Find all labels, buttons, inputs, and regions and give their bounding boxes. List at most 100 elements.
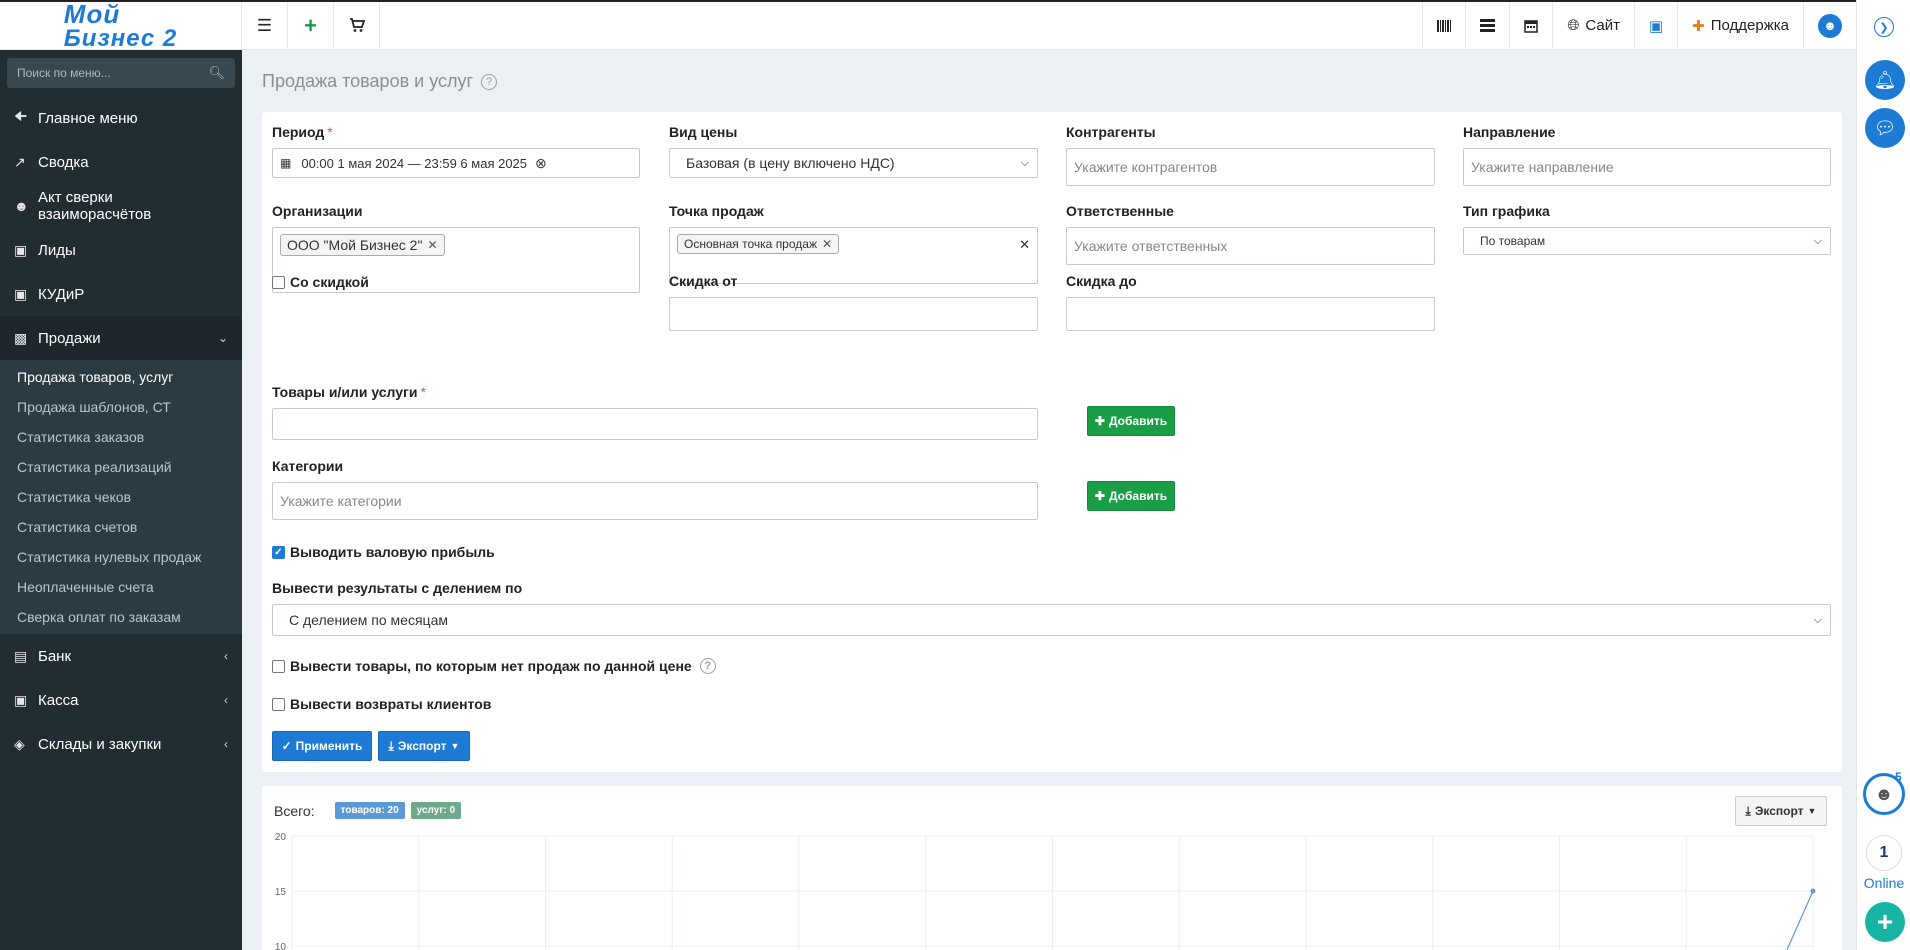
sidebar-item-main-menu[interactable]: 🠈︎ Главное меню	[0, 96, 242, 140]
logo-line-2: Бизнес 2	[63, 24, 178, 52]
no-sales-goods-checkbox[interactable]: Вывести товары, по которым нет продаж по…	[272, 658, 716, 674]
add-goods-button[interactable]: ✚ Добавить	[1087, 406, 1175, 436]
responsible-input[interactable]	[1074, 238, 1427, 254]
checkbox[interactable]	[272, 697, 285, 711]
phone-button[interactable]: ▣	[1633, 2, 1677, 49]
split-by-field: Вывести результаты с делением по С делен…	[272, 580, 1831, 636]
sidebar-subitem-goods-sales[interactable]: Продажа товаров, услуг	[0, 362, 242, 392]
counterparties-input[interactable]	[1074, 159, 1427, 175]
phone-icon: ▣	[1648, 17, 1664, 35]
checkbox[interactable]	[272, 275, 285, 289]
sidebar-item-sales[interactable]: ▩ Продажи ⌄	[0, 316, 242, 360]
checkbox[interactable]	[272, 659, 285, 673]
sidebar-item-bank[interactable]: ▤ Банк ‹	[0, 634, 242, 678]
sidebar-item-label: Банк	[38, 647, 72, 665]
medkit-icon: ✚	[1692, 17, 1705, 35]
results-card: Всего: товаров: 20 услуг: 0 ⤓ Экспорт ▼ 20…	[262, 786, 1842, 950]
help-icon[interactable]: ?	[699, 658, 716, 674]
price-type-field: Вид цены Базовая (в цену включено НДС) ⌵	[669, 124, 1038, 178]
chart-type-value: По товарам	[1480, 234, 1546, 248]
discount-from-input[interactable]	[677, 306, 1030, 322]
sidebar-subitem-realization-stats[interactable]: Статистика реализаций	[0, 452, 242, 482]
sidebar-search-input[interactable]	[17, 66, 197, 80]
returns-checkbox[interactable]: Вывести возвраты клиентов	[272, 696, 491, 712]
chat-button[interactable]: 💬︎	[1865, 108, 1905, 148]
site-link[interactable]: 🌐︎ Сайт	[1552, 2, 1634, 49]
add-button[interactable]: +	[288, 2, 334, 49]
split-by-label: Вывести результаты с делением по	[272, 580, 523, 596]
list-button[interactable]	[1465, 2, 1509, 49]
clear-icon[interactable]: ⊗	[535, 155, 547, 172]
sidebar-subitem-order-stats[interactable]: Статистика заказов	[0, 422, 242, 452]
search-icon[interactable]: 🔍︎	[208, 65, 225, 81]
sidebar-item-label: Сводка	[38, 153, 89, 171]
chevron-left-icon: ‹	[224, 737, 228, 751]
credit-card-icon: ▤	[14, 647, 28, 664]
checkbox-checked[interactable]: ✓	[272, 545, 285, 559]
sidebar-subitem-invoice-stats[interactable]: Статистика счетов	[0, 512, 242, 542]
export-dropdown-button[interactable]: ⤓ Экспорт ▼	[378, 731, 470, 761]
sidebar-item-warehouses[interactable]: ◈ Склады и закупки ‹	[0, 722, 242, 766]
remove-tag-icon[interactable]: ✕	[822, 237, 832, 251]
sidebar-subitem-template-sales[interactable]: Продажа шаблонов, СТ	[0, 392, 242, 422]
logo-text: Мой Бизнес 2	[64, 1, 177, 51]
sidebar-item-kudir[interactable]: ▣ КУДиР	[0, 272, 242, 316]
organization-tag-label: ООО "Мой Бизнес 2"	[287, 237, 423, 253]
chart-data-point[interactable]	[1810, 888, 1816, 894]
online-indicator[interactable]: 1 Online	[1861, 835, 1907, 891]
period-value: 00:00 1 мая 2024 — 23:59 6 мая 2025	[301, 155, 528, 171]
with-discount-checkbox[interactable]: Со скидкой	[272, 274, 369, 290]
add-categories-button[interactable]: ✚ Добавить	[1087, 481, 1175, 511]
arrow-left-icon: 🠈︎	[14, 108, 28, 124]
direction-input[interactable]	[1471, 159, 1823, 175]
check-icon: ✓	[281, 739, 292, 753]
barcode-button[interactable]	[1422, 2, 1465, 49]
remove-tag-icon[interactable]: ✕	[427, 238, 437, 252]
plus-icon: +	[304, 12, 317, 38]
apply-button[interactable]: ✓ Применить	[272, 731, 372, 761]
sidebar-item-reconciliation[interactable]: ☻ Акт сверки взаиморасчётов	[0, 184, 242, 228]
quick-add-button[interactable]: +	[1865, 902, 1905, 942]
counterparties-field: Контрагенты	[1066, 124, 1435, 186]
sidebar-subitem-order-payment-reconciliation[interactable]: Сверка оплат по заказам	[0, 602, 242, 632]
menu-toggle-button[interactable]: ☰	[242, 2, 288, 49]
cart-button[interactable]	[334, 2, 380, 49]
gross-profit-checkbox[interactable]: ✓ Выводить валовую прибыль	[272, 544, 495, 560]
discount-to-input[interactable]	[1074, 306, 1427, 322]
sidebar-item-summary[interactable]: ↗ Сводка	[0, 140, 242, 184]
list-icon	[1480, 19, 1496, 32]
sidebar-item-leads[interactable]: ▣ Лиды	[0, 228, 242, 272]
chart-type-select[interactable]: По товарам ⌵	[1463, 227, 1831, 255]
clear-all-icon[interactable]: ✕	[1019, 237, 1030, 253]
sidebar-subitem-unpaid-invoices[interactable]: Неоплаченные счета	[0, 572, 242, 602]
period-field: Период * ▦ 00:00 1 мая 2024 — 23:59 6 мая…	[272, 124, 640, 178]
support-link[interactable]: ✚ Поддержка	[1677, 2, 1803, 49]
split-by-select[interactable]: С делением по месяцам ⌵	[272, 604, 1831, 636]
add-categories-label: Добавить	[1108, 489, 1168, 503]
period-input[interactable]: ▦ 00:00 1 мая 2024 — 23:59 6 мая 2025 ⊗	[272, 148, 640, 178]
sidebar-subitem-zero-sales-stats[interactable]: Статистика нулевых продаж	[0, 542, 242, 572]
calendar-button[interactable]	[1509, 2, 1552, 49]
help-icon[interactable]: ?	[481, 73, 498, 90]
sidebar-submenu-sales: Продажа товаров, услуг Продажа шаблонов,…	[0, 360, 242, 634]
categories-input[interactable]	[280, 493, 1030, 509]
goods-count-badge: товаров: 20	[334, 802, 405, 819]
sidebar-item-label: Склады и закупки	[38, 735, 162, 753]
notifications-button[interactable]: 🔔︎	[1865, 60, 1905, 100]
sale-point-label: Точка продаж	[669, 203, 764, 219]
expand-panel-button[interactable]: ❯	[1874, 17, 1894, 37]
page-title: Продажа товаров и услуг ?	[262, 71, 498, 92]
goods-input[interactable]	[280, 416, 1030, 432]
contact-card-icon: ▣	[14, 241, 28, 258]
counterparties-input-box	[1066, 148, 1435, 186]
sale-point-field: Точка продаж Основная точка продаж ✕ ✕	[669, 203, 1038, 284]
sidebar-item-cashbox[interactable]: ▣ Касса ‹	[0, 678, 242, 722]
user-menu-button[interactable]: ☻	[1803, 2, 1856, 49]
sidebar-subitem-receipt-stats[interactable]: Статистика чеков	[0, 482, 242, 512]
price-type-select[interactable]: Базовая (в цену включено НДС) ⌵	[669, 148, 1038, 178]
counterparties-label: Контрагенты	[1066, 124, 1156, 140]
logo[interactable]: Мой Бизнес 2	[0, 1, 242, 51]
results-export-button[interactable]: ⤓ Экспорт ▼	[1735, 796, 1827, 826]
returns-label: Вывести возвраты клиентов	[290, 696, 492, 712]
sidebar-search: 🔍︎	[7, 58, 235, 88]
